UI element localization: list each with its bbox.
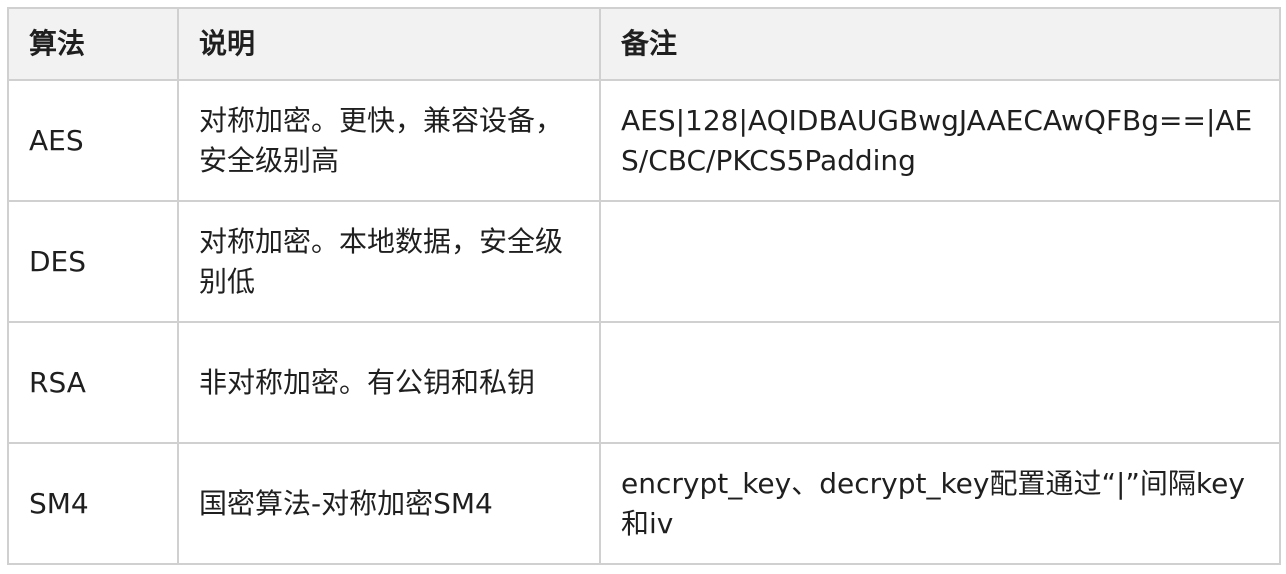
cell-description: 国密算法-对称加密SM4 [177,442,601,565]
table-header: 算法 说明 备注 [7,7,1281,81]
cell-note: AES|128|AQIDBAUGBwgJAAECAwQFBg==|AES/CBC… [599,79,1281,202]
table-row: AES 对称加密。更快，兼容设备，安全级别高 AES|128|AQIDBAUGB… [7,79,1281,202]
cell-description: 对称加密。更快，兼容设备，安全级别高 [177,79,601,202]
cell-description: 非对称加密。有公钥和私钥 [177,321,601,444]
header-row: 算法 说明 备注 [7,7,1281,81]
cell-algorithm: DES [7,200,179,323]
cell-algorithm: AES [7,79,179,202]
table-body: AES 对称加密。更快，兼容设备，安全级别高 AES|128|AQIDBAUGB… [7,79,1281,565]
header-note: 备注 [599,7,1281,81]
algorithm-table: 算法 说明 备注 AES 对称加密。更快，兼容设备，安全级别高 AES|128|… [7,7,1281,565]
cell-algorithm: RSA [7,321,179,444]
cell-algorithm: SM4 [7,442,179,565]
cell-description: 对称加密。本地数据，安全级别低 [177,200,601,323]
table-row: DES 对称加密。本地数据，安全级别低 [7,200,1281,323]
cell-note [599,321,1281,444]
header-description: 说明 [177,7,601,81]
table-row: RSA 非对称加密。有公钥和私钥 [7,321,1281,444]
cell-note: encrypt_key、decrypt_key配置通过“|”间隔key和iv [599,442,1281,565]
header-algorithm: 算法 [7,7,179,81]
table-row: SM4 国密算法-对称加密SM4 encrypt_key、decrypt_key… [7,442,1281,565]
cell-note [599,200,1281,323]
